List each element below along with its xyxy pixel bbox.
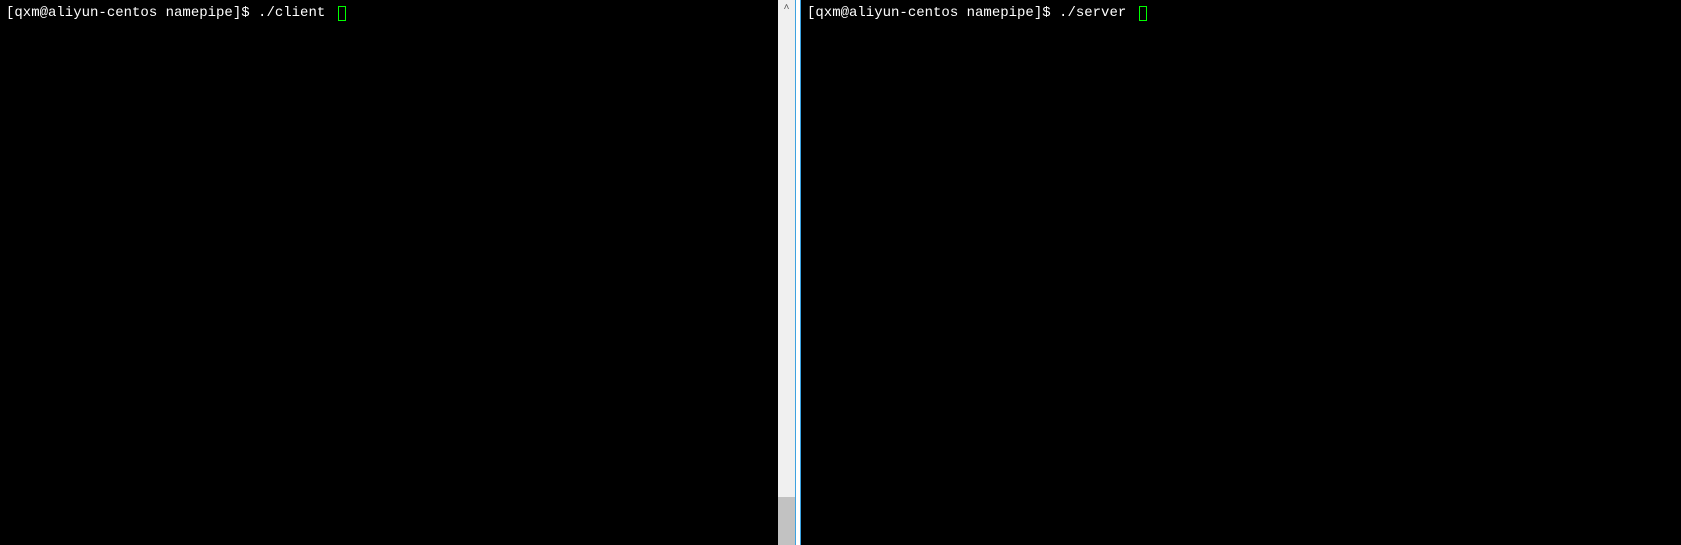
scroll-track[interactable] — [778, 17, 795, 545]
scroll-thumb[interactable] — [778, 497, 795, 545]
terminal-line: [qxm@aliyun-centos namepipe]$ ./client — [6, 4, 772, 23]
shell-command: ./server — [1059, 4, 1135, 23]
cursor-icon — [338, 6, 346, 21]
terminal-line: [qxm@aliyun-centos namepipe]$ ./server — [807, 4, 1675, 23]
vertical-scrollbar[interactable]: ˄ — [778, 0, 795, 545]
terminal-left-pane[interactable]: [qxm@aliyun-centos namepipe]$ ./client — [0, 0, 778, 545]
shell-prompt: [qxm@aliyun-centos namepipe]$ — [807, 4, 1059, 23]
shell-prompt: [qxm@aliyun-centos namepipe]$ — [6, 4, 258, 23]
cursor-icon — [1139, 6, 1147, 21]
terminal-right-pane[interactable]: [qxm@aliyun-centos namepipe]$ ./server — [801, 0, 1681, 545]
shell-command: ./client — [258, 4, 334, 23]
scroll-up-arrow-icon[interactable]: ˄ — [778, 0, 795, 17]
